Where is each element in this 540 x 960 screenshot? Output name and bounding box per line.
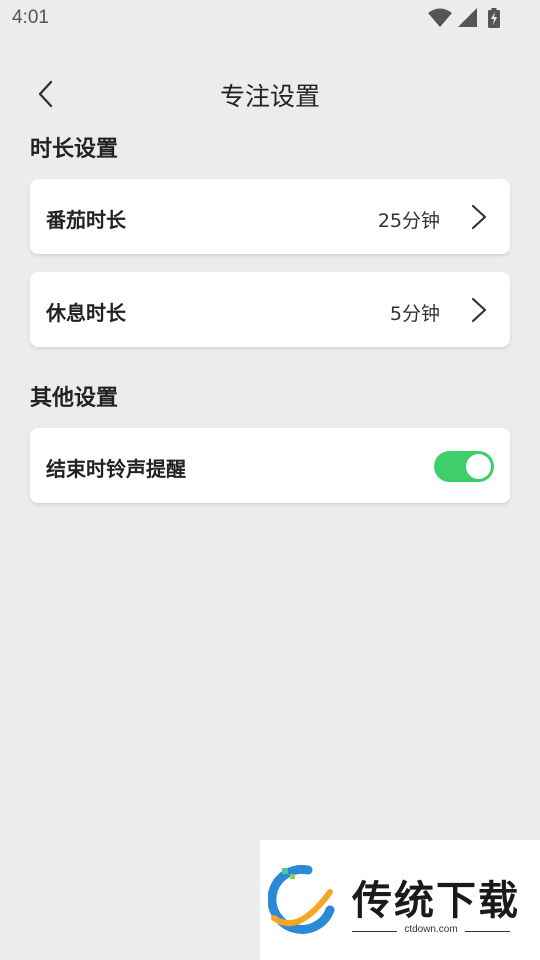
watermark: 传统下载 ctdown.com (260, 840, 540, 960)
setting-label: 结束时铃声提醒 (46, 457, 186, 481)
chevron-right-icon (471, 297, 487, 323)
battery-charging-icon (488, 8, 500, 28)
section-title-duration: 时长设置 (30, 137, 119, 162)
setting-value: 5分钟 (389, 303, 440, 325)
app-header: 专注设置 (0, 64, 540, 124)
watermark-brand: 传统下载 (352, 878, 520, 924)
chevron-right-icon (471, 204, 487, 230)
brand-logo-icon (268, 864, 335, 934)
section-title-other: 其他设置 (30, 386, 119, 411)
page-title: 专注设置 (219, 82, 320, 111)
status-time: 4:01 (12, 7, 49, 28)
setting-label: 休息时长 (46, 301, 126, 325)
setting-label: 番茄时长 (46, 208, 126, 232)
signal-icon (458, 8, 477, 27)
toggle-knob (466, 454, 491, 479)
ringtone-toggle[interactable] (434, 451, 494, 482)
setting-item-break-duration[interactable]: 休息时长 5分钟 (30, 272, 510, 347)
divider (465, 931, 510, 932)
status-bar: 4:01 (0, 0, 540, 36)
setting-value: 25分钟 (377, 210, 440, 232)
setting-item-end-ringtone: 结束时铃声提醒 (30, 428, 510, 503)
wifi-icon (428, 8, 452, 27)
setting-item-pomodoro-duration[interactable]: 番茄时长 25分钟 (30, 179, 510, 254)
watermark-url: ctdown.com (404, 924, 458, 935)
